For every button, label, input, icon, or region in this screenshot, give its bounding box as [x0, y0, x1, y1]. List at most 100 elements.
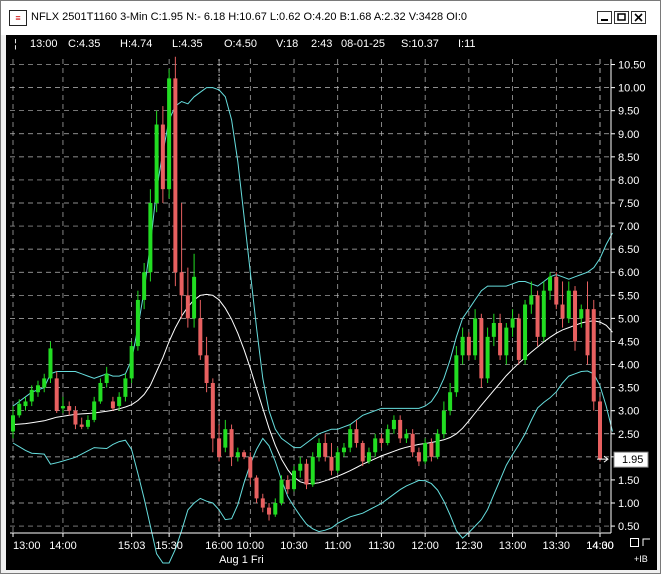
- candle-body: [554, 276, 559, 305]
- time-tick-label: 13:30: [543, 540, 571, 552]
- candle-body: [260, 498, 265, 508]
- candle-body: [235, 452, 240, 457]
- upper-band-line: [12, 87, 613, 449]
- chart-window: ≡ NFLX 2501T1160 3-Min C:1.95 N:- 6.18 H…: [0, 0, 661, 574]
- candle-body: [329, 456, 334, 471]
- candle-body: [42, 378, 47, 388]
- candle-body: [441, 410, 446, 434]
- candle-body: [85, 419, 90, 427]
- candle-body: [179, 272, 184, 296]
- candle-body: [73, 410, 78, 425]
- price-tick-label: 0.50: [618, 521, 639, 533]
- candle-body: [404, 433, 409, 439]
- candle-body: [473, 318, 478, 356]
- close-icon: [634, 13, 643, 22]
- candle-body: [485, 336, 490, 379]
- candle-body: [410, 433, 415, 453]
- candle-body: [598, 401, 602, 460]
- candle-body: [354, 429, 359, 443]
- candle-body: [248, 456, 253, 478]
- candle-body: [454, 355, 459, 393]
- candle-body: [466, 336, 471, 356]
- candle-body: [204, 355, 209, 383]
- time-tick-label: 11:00: [324, 540, 351, 552]
- candle-body: [279, 479, 284, 503]
- candle-body: [398, 419, 403, 439]
- title-bar[interactable]: ≡ NFLX 2501T1160 3-Min C:1.95 N:- 6.18 H…: [1, 1, 660, 35]
- close-button[interactable]: [631, 11, 646, 24]
- last-price-label: 1.95: [622, 454, 643, 466]
- candle-body: [360, 443, 365, 462]
- candle-body: [160, 124, 165, 190]
- price-tick-label: 5.50: [618, 290, 639, 302]
- candle-body: [529, 295, 534, 305]
- candle-body: [366, 452, 371, 462]
- candles: [11, 56, 602, 521]
- candle-body: [185, 295, 190, 319]
- candle-body: [123, 378, 128, 397]
- time-tick-label: 14:00: [49, 540, 77, 552]
- price-tick-label: 7.50: [618, 198, 639, 210]
- candle-body: [242, 452, 247, 457]
- time-axis[interactable]: 13:00 14:00 15:03 15:30 16:00 10:00 10:30 11:00…: [10, 532, 614, 552]
- time-tick-label: 13:00: [499, 540, 527, 552]
- candle-body: [192, 276, 197, 319]
- candle-body: [142, 272, 147, 300]
- candle-body: [17, 403, 22, 416]
- window-title: NFLX 2501T1160 3-Min C:1.95 N:- 6.18 H:1…: [31, 11, 467, 23]
- candle-body: [92, 401, 97, 420]
- time-tick-label: 11:30: [368, 540, 395, 552]
- price-tick-label: 3.50: [618, 383, 639, 395]
- price-tick-label: 4.00: [618, 360, 639, 372]
- candle-body: [560, 304, 565, 319]
- candle-body: [423, 443, 428, 462]
- maximize-button[interactable]: [614, 11, 629, 24]
- price-tick-label: 4.50: [618, 336, 639, 348]
- time-tick-label: 10:00: [237, 540, 265, 552]
- time-tick-label: 10:30: [280, 540, 308, 552]
- candle-body: [335, 452, 340, 471]
- price-tick-label: 10.50: [618, 60, 646, 72]
- candle-body: [379, 438, 384, 443]
- candle-body: [548, 276, 553, 291]
- candle-body: [29, 389, 34, 402]
- candle-body: [323, 443, 328, 457]
- candle-body: [104, 373, 109, 383]
- price-tick-label: 7.00: [618, 221, 639, 233]
- price-tick-label: 6.50: [618, 244, 639, 256]
- candle-body: [217, 438, 222, 457]
- candle-body: [298, 463, 303, 471]
- candle-body: [167, 78, 172, 190]
- candle-body: [385, 429, 390, 443]
- candle-body: [310, 456, 315, 485]
- session-date-label: Aug 1 Fri: [219, 554, 264, 566]
- ib-label: +IB: [634, 554, 648, 564]
- candle-body: [391, 419, 396, 430]
- candle-body: [54, 378, 59, 411]
- candle-body: [448, 392, 453, 411]
- candle-body: [23, 401, 28, 407]
- candle-body: [541, 290, 546, 337]
- price-tick-label: 9.50: [618, 106, 639, 118]
- candle-body: [48, 348, 53, 379]
- maximize-icon: [617, 13, 626, 21]
- grid-lines: [10, 59, 611, 533]
- minimize-button[interactable]: [597, 11, 612, 24]
- time-tick-label: 15:03: [118, 540, 146, 552]
- candle-body: [429, 443, 434, 457]
- candle-body: [154, 124, 159, 203]
- candle-body: [510, 318, 515, 328]
- candle-body: [135, 299, 140, 347]
- candle-body: [11, 415, 15, 432]
- candle-body: [535, 295, 540, 337]
- candle-body: [479, 318, 484, 379]
- chart-area[interactable]: ¦ 13:00 C:4.35 H:4.74 L:4.35 O:4.50 V:18…: [6, 35, 657, 570]
- price-tick-label: 9.00: [618, 129, 639, 141]
- candle-body: [373, 438, 378, 453]
- candle-body: [304, 463, 309, 485]
- price-chart[interactable]: 0.501.001.502.002.503.003.504.004.505.00…: [6, 35, 657, 570]
- chart-window-icon: ≡: [9, 10, 27, 26]
- candle-body: [348, 429, 353, 448]
- candle-body: [516, 318, 521, 360]
- candle-body: [173, 78, 178, 273]
